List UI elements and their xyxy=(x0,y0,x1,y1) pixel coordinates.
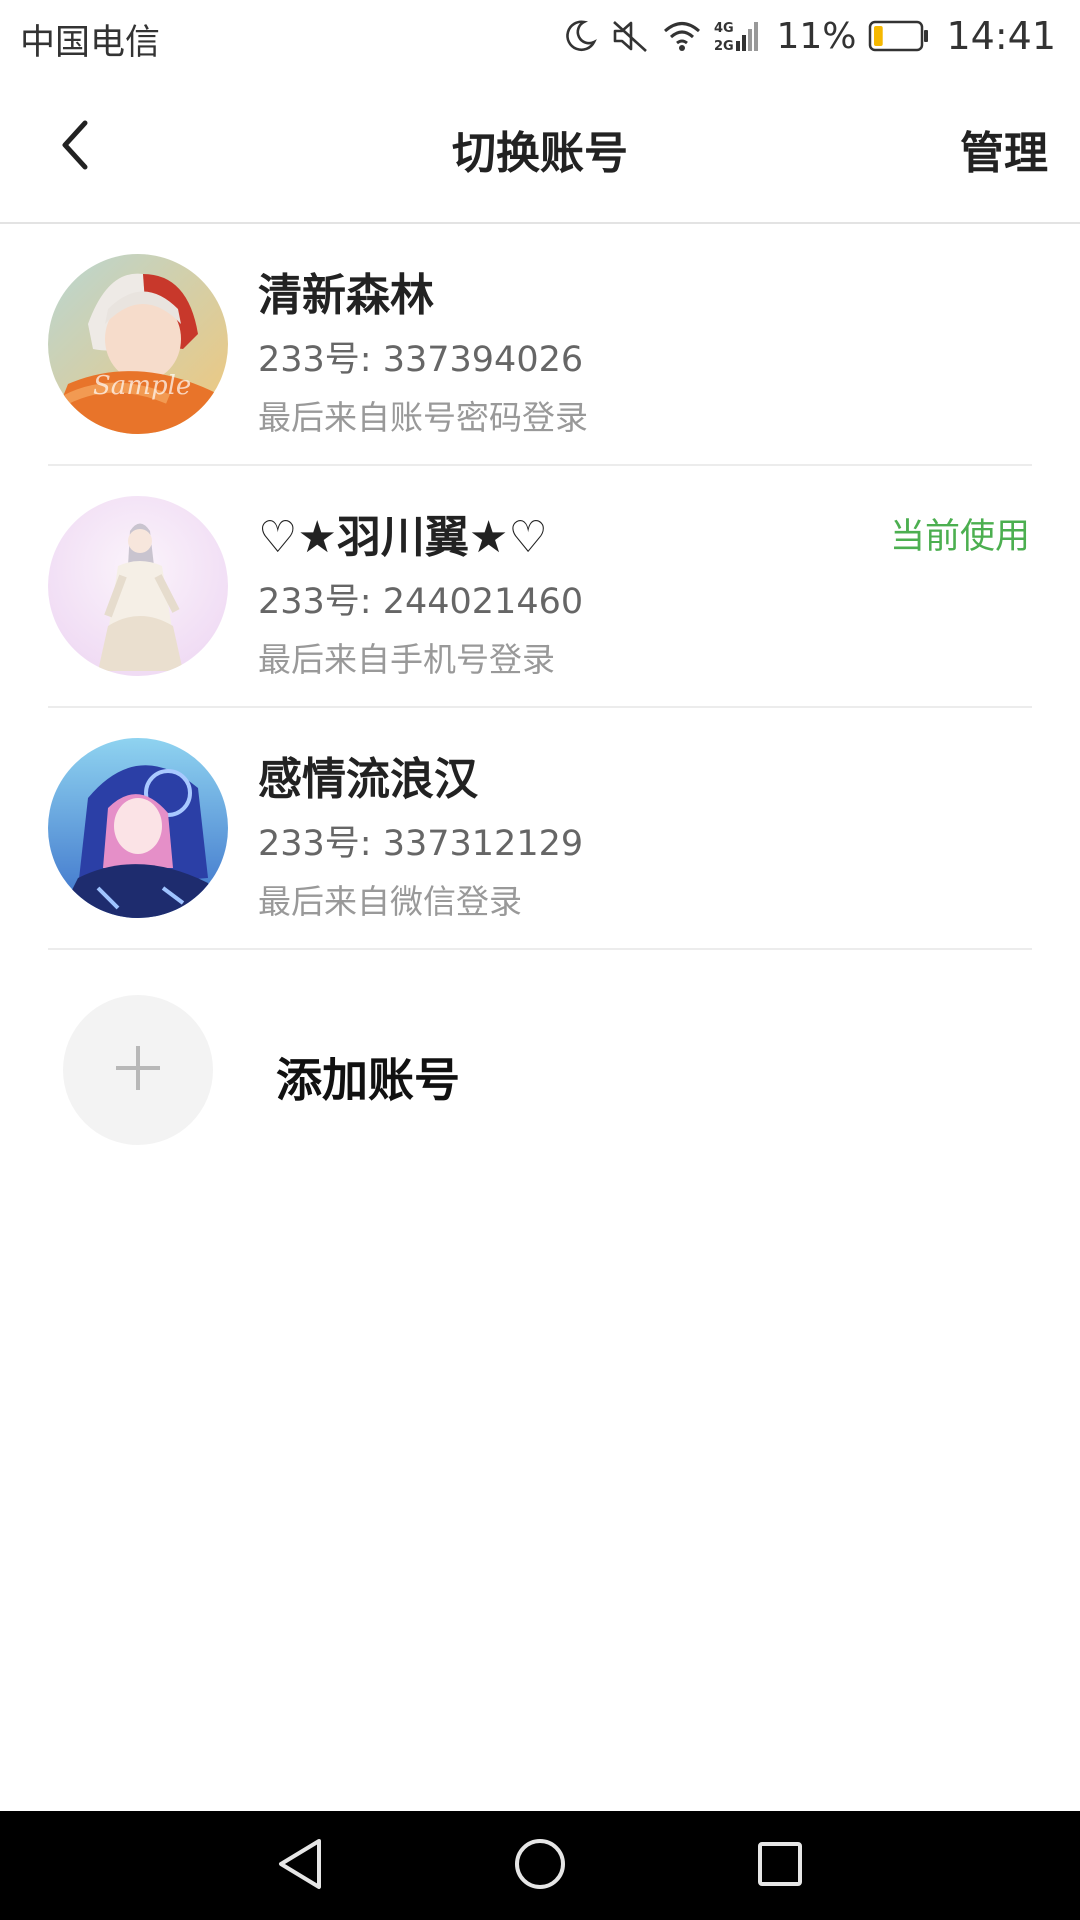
manage-button[interactable]: 管理 xyxy=(960,117,1048,181)
moon-icon xyxy=(562,18,598,54)
svg-text:4G: 4G xyxy=(714,21,734,36)
account-list: Sample 清新森林 233号: 337394026 最后来自账号密码登录 ♡… xyxy=(0,224,1080,950)
account-row[interactable]: Sample 清新森林 233号: 337394026 最后来自账号密码登录 xyxy=(0,224,1080,466)
add-account-circle xyxy=(63,995,213,1145)
clock: 14:41 xyxy=(946,14,1056,58)
carrier-label: 中国电信 xyxy=(20,23,161,63)
avatar xyxy=(48,496,228,676)
plus-icon xyxy=(113,1043,163,1097)
account-id: 233号: 337312129 xyxy=(258,824,584,864)
nav-home-button[interactable] xyxy=(495,1821,585,1911)
switch-account-screen: 中国电信 4G 2G 11% 14:41 切换账号 管理 Sample 清新森林… xyxy=(0,0,1080,1920)
signal-icon: 4G 2G xyxy=(714,17,764,55)
svg-text:2G: 2G xyxy=(714,39,734,54)
current-account-badge: 当前使用 xyxy=(889,517,1030,557)
wifi-icon xyxy=(662,18,702,54)
add-account-button[interactable]: 添加账号 xyxy=(0,990,1080,1150)
add-account-label: 添加账号 xyxy=(276,1053,460,1107)
account-name: 感情流浪汉 xyxy=(258,754,478,805)
avatar xyxy=(48,738,228,918)
svg-text:Sample: Sample xyxy=(93,371,191,401)
mute-icon xyxy=(610,18,650,54)
account-login-method: 最后来自手机号登录 xyxy=(258,640,555,679)
nav-back-button[interactable] xyxy=(255,1821,345,1911)
header-bar: 切换账号 管理 xyxy=(0,72,1080,224)
divider xyxy=(48,948,1032,950)
account-name: ♡★羽川翼★♡ xyxy=(258,512,548,563)
account-login-method: 最后来自微信登录 xyxy=(258,882,522,921)
account-login-method: 最后来自账号密码登录 xyxy=(258,398,588,437)
battery-percent: 11% xyxy=(776,15,857,57)
nav-back-icon xyxy=(275,1837,325,1895)
nav-recents-button[interactable] xyxy=(735,1821,825,1911)
account-row[interactable]: 感情流浪汉 233号: 337312129 最后来自微信登录 xyxy=(0,708,1080,950)
avatar: Sample xyxy=(48,254,228,434)
account-name: 清新森林 xyxy=(258,270,434,321)
account-id: 233号: 337394026 xyxy=(258,340,584,380)
battery-icon xyxy=(868,19,930,53)
page-title: 切换账号 xyxy=(452,128,628,179)
system-nav-bar xyxy=(0,1811,1080,1920)
account-row[interactable]: ♡★羽川翼★♡ 当前使用 233号: 244021460 最后来自手机号登录 xyxy=(0,466,1080,708)
account-id: 233号: 244021460 xyxy=(258,582,584,622)
status-bar: 中国电信 4G 2G 11% 14:41 xyxy=(0,0,1080,72)
nav-home-icon xyxy=(513,1837,567,1895)
status-icons: 4G 2G 11% 14:41 xyxy=(562,10,1056,62)
nav-recents-icon xyxy=(755,1839,805,1893)
